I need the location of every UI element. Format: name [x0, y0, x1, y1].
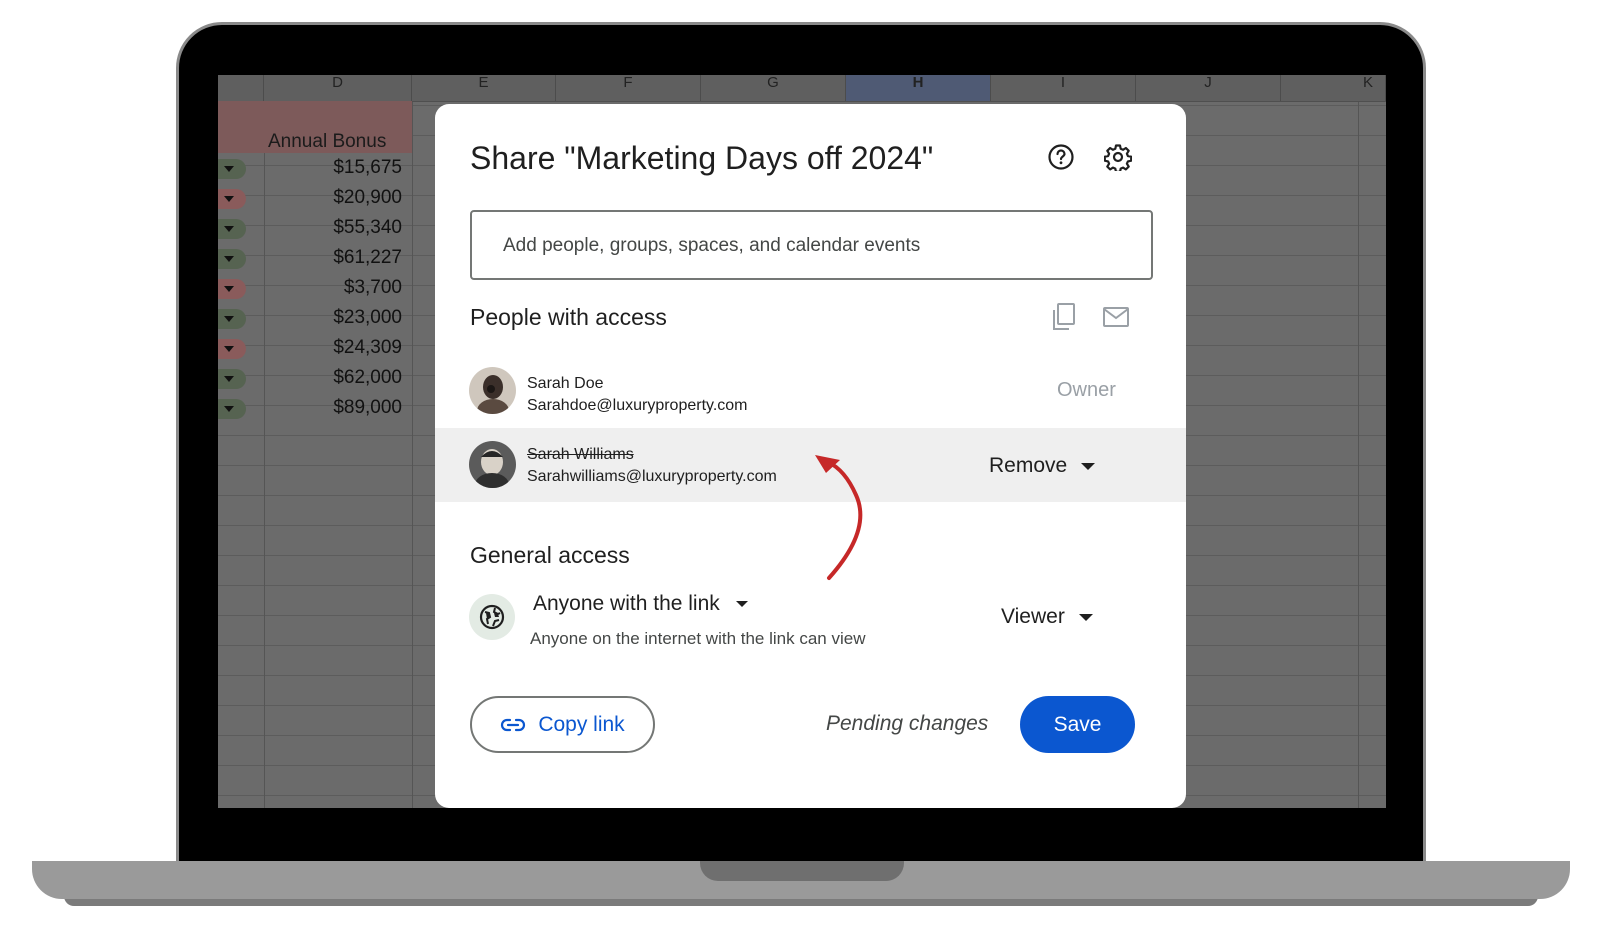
link-role-label: Viewer	[1001, 605, 1065, 628]
bonus-value: $62,000	[333, 367, 402, 388]
role-dropdown[interactable]: Remove	[989, 454, 1096, 478]
bonus-row[interactable]: $24,309	[218, 333, 412, 363]
general-access-title: General access	[470, 542, 630, 568]
person-name: Sarah Williams	[527, 446, 634, 463]
status-dropdown-chip[interactable]	[218, 309, 246, 329]
chevron-down-icon	[224, 376, 234, 382]
status-dropdown-chip[interactable]	[218, 399, 246, 419]
link-access-label: Anyone with the link	[533, 592, 720, 615]
role-label: Owner	[1057, 379, 1116, 401]
chevron-down-icon	[735, 601, 748, 607]
email-icon[interactable]	[1100, 301, 1132, 333]
column-header-e[interactable]: E	[412, 75, 556, 101]
copy-link-button[interactable]: Copy link	[470, 696, 655, 753]
chevron-down-icon	[224, 166, 234, 172]
chevron-down-icon	[224, 406, 234, 412]
globe-icon	[469, 594, 515, 640]
status-dropdown-chip[interactable]	[218, 279, 246, 299]
bonus-header-label: Annual Bonus	[268, 131, 387, 152]
bonus-row[interactable]: $15,675	[218, 153, 412, 183]
status-dropdown-chip[interactable]	[218, 189, 246, 209]
chevron-down-icon	[224, 196, 234, 202]
chevron-down-icon	[224, 316, 234, 322]
dialog-title: Share "Marketing Days off 2024"	[470, 140, 934, 176]
person-row-owner[interactable]: Sarah Doe Sarahdoe@luxuryproperty.com Ow…	[435, 354, 1186, 428]
bonus-value: $3,700	[343, 277, 402, 298]
person-email: Sarahdoe@luxuryproperty.com	[527, 397, 748, 414]
status-dropdown-chip[interactable]	[218, 159, 246, 179]
avatar	[469, 441, 516, 488]
bonus-row[interactable]: $23,000	[218, 303, 412, 333]
copy-emails-icon[interactable]	[1048, 301, 1080, 333]
bonus-value: $15,675	[333, 157, 402, 178]
bonus-value: $89,000	[333, 397, 402, 418]
column-header-f[interactable]: F	[556, 75, 701, 101]
column-header-d[interactable]: D	[264, 75, 412, 101]
bonus-row[interactable]: $55,340	[218, 213, 412, 243]
role-dropdown-label: Remove	[989, 454, 1068, 477]
column-header-g[interactable]: G	[701, 75, 846, 101]
column-headers: D E F G H I J K	[218, 75, 1386, 102]
avatar	[469, 367, 516, 414]
bonus-row[interactable]: $3,700	[218, 273, 412, 303]
column-header-i[interactable]: I	[991, 75, 1136, 101]
column-header-j[interactable]: J	[1136, 75, 1281, 101]
bonus-value: $55,340	[333, 217, 402, 238]
column-header-h[interactable]: H	[846, 75, 991, 101]
column-header-k[interactable]: K	[1281, 75, 1386, 101]
status-dropdown-chip[interactable]	[218, 249, 246, 269]
chevron-down-icon	[1078, 613, 1093, 621]
add-people-field[interactable]	[470, 210, 1153, 280]
status-dropdown-chip[interactable]	[218, 369, 246, 389]
bonus-value: $24,309	[333, 337, 402, 358]
copy-link-label: Copy link	[538, 712, 625, 736]
person-email: Sarahwilliams@luxuryproperty.com	[527, 468, 777, 485]
save-button[interactable]: Save	[1020, 696, 1135, 753]
status-dropdown-chip[interactable]	[218, 219, 246, 239]
pending-changes-text: Pending changes	[826, 712, 989, 735]
column-header-blank[interactable]	[218, 75, 264, 101]
chevron-down-icon	[224, 256, 234, 262]
help-icon[interactable]	[1045, 141, 1077, 173]
chevron-down-icon	[224, 346, 234, 352]
chevron-down-icon	[1081, 462, 1096, 470]
bonus-row[interactable]: $20,900	[218, 183, 412, 213]
people-with-access-title: People with access	[470, 304, 667, 330]
status-dropdown-chip[interactable]	[218, 339, 246, 359]
link-icon	[501, 718, 526, 731]
bonus-row[interactable]: $89,000	[218, 393, 412, 423]
bonus-row[interactable]: $61,227	[218, 243, 412, 273]
bonus-row[interactable]: $62,000	[218, 363, 412, 393]
person-name: Sarah Doe	[527, 375, 604, 392]
share-dialog: Share "Marketing Days off 2024" People w…	[435, 104, 1186, 808]
link-access-description: Anyone on the internet with the link can…	[530, 629, 866, 648]
link-role-dropdown[interactable]: Viewer	[1001, 605, 1093, 629]
bonus-value: $20,900	[333, 187, 402, 208]
person-row-pending-removal[interactable]: Sarah Williams Sarahwilliams@luxuryprope…	[435, 428, 1186, 502]
grid-divider	[1358, 75, 1359, 808]
link-access-dropdown[interactable]: Anyone with the link	[533, 592, 748, 616]
grid-divider	[412, 75, 413, 808]
chevron-down-icon	[224, 286, 234, 292]
chevron-down-icon	[224, 226, 234, 232]
bonus-value: $23,000	[333, 307, 402, 328]
bonus-value: $61,227	[333, 247, 402, 268]
laptop-notch	[700, 861, 904, 881]
gear-icon[interactable]	[1102, 141, 1134, 173]
add-people-input[interactable]	[501, 212, 1125, 280]
